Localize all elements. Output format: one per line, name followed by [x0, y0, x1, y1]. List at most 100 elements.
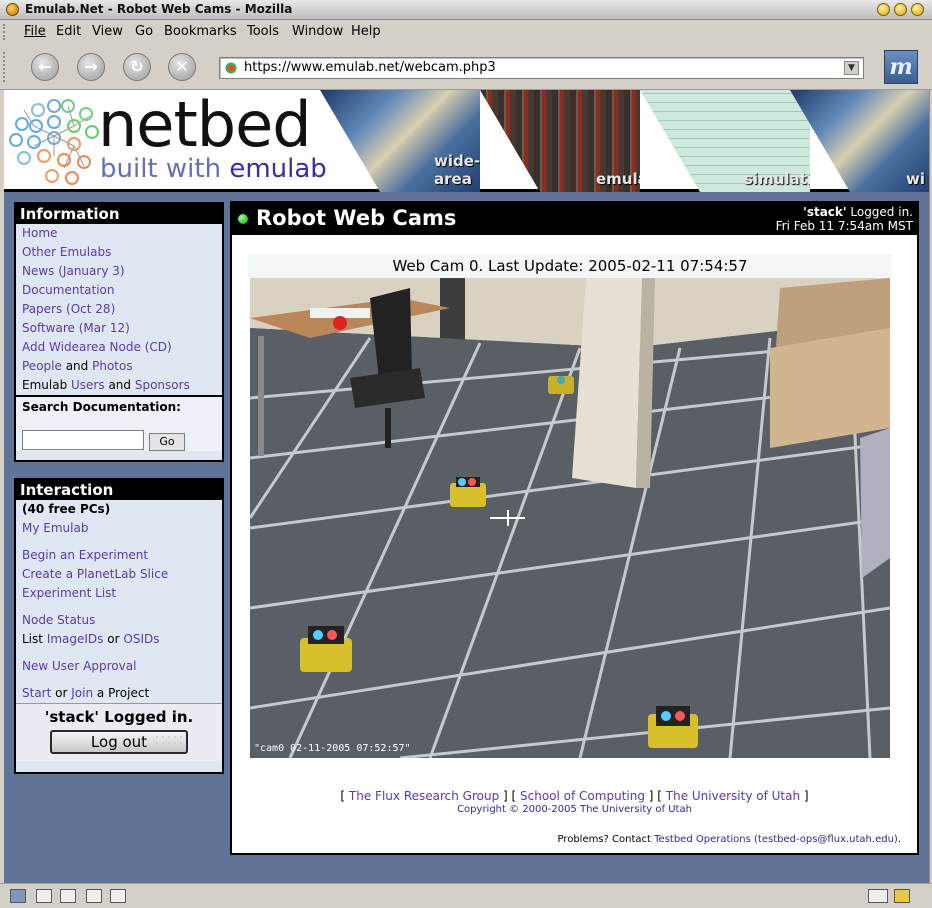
menu-edit[interactable]: Edit — [56, 24, 81, 39]
footer-link-university-of-utah[interactable]: The University of Utah — [666, 789, 800, 803]
mail-icon[interactable] — [36, 889, 52, 903]
menu-bar: File Edit View Go Bookmarks Tools Window… — [0, 20, 932, 44]
logout-decoration-icon — [154, 734, 182, 750]
composer-icon[interactable] — [86, 889, 102, 903]
sidebar-link-photos[interactable]: Photos — [92, 359, 132, 373]
problems-contact: Problems? Contact Testbed Operations (te… — [557, 834, 901, 845]
logged-in-area: 'stack' Logged in. Log out — [16, 703, 222, 761]
start-join-project-row: Start or Join a Project — [22, 686, 150, 700]
sidebar-link-papers[interactable]: Papers (Oct 28) — [16, 300, 222, 319]
menu-go[interactable]: Go — [135, 24, 153, 39]
minimize-button[interactable] — [877, 3, 890, 16]
stop-button[interactable]: ✕ — [168, 53, 196, 81]
sidebar-link-people[interactable]: People — [22, 359, 62, 373]
testbed-operations-link[interactable]: Testbed Operations (testbed-ops@flux.uta… — [654, 834, 898, 845]
menu-bookmarks[interactable]: Bookmarks — [164, 24, 237, 39]
chat-icon[interactable] — [60, 889, 76, 903]
navigation-toolbar: ← → ↻ ✕ https://www.emulab.net/webcam.ph… — [0, 44, 932, 90]
url-bar[interactable]: https://www.emulab.net/webcam.php3 ▼ — [219, 57, 864, 79]
sidebar-link-create-planetlab-slice[interactable]: Create a PlanetLab Slice — [16, 565, 222, 584]
built-with-emulab-text: built with emulab — [100, 154, 327, 184]
sidebar-link-my-emulab[interactable]: My Emulab — [16, 519, 222, 538]
interaction-box: Interaction (40 free PCs) My Emulab Begi… — [14, 478, 224, 774]
window-titlebar: Emulab.Net - Robot Web Cams - Mozilla — [0, 0, 932, 20]
logged-in-status: 'stack' Logged in. — [44, 708, 194, 726]
back-arrow-icon: ← — [38, 57, 52, 76]
maximize-button[interactable] — [894, 3, 907, 16]
sidebar-link-join-project[interactable]: Join — [71, 686, 93, 700]
sidebar-link-node-status[interactable]: Node Status — [16, 611, 222, 630]
free-pcs-count: (40 free PCs) — [22, 502, 111, 516]
interaction-heading: Interaction — [16, 480, 222, 500]
webcam-caption: Web Cam 0. Last Update: 2005-02-11 07:54… — [248, 254, 892, 278]
menu-window[interactable]: Window — [292, 24, 343, 39]
sidebar-link-osids[interactable]: OSIDs — [123, 632, 159, 646]
copyright-notice: Copyright © 2000-2005 The University of … — [457, 804, 692, 815]
forward-arrow-icon: → — [84, 57, 98, 76]
forward-button[interactable]: → — [77, 53, 105, 81]
sidebar-link-users[interactable]: Users — [71, 378, 105, 392]
netbed-logo-graphic-icon — [9, 99, 99, 185]
sidebar-link-documentation[interactable]: Documentation — [16, 281, 222, 300]
sidebar-link-news[interactable]: News (January 3) — [16, 262, 222, 281]
information-box: Information Home Other Emulabs News (Jan… — [14, 202, 224, 462]
sidebar-link-begin-experiment[interactable]: Begin an Experiment — [16, 546, 222, 565]
status-bar — [0, 883, 932, 908]
search-go-button[interactable]: Go — [149, 433, 185, 451]
online-status-icon[interactable] — [868, 889, 888, 903]
netbed-logo-text: netbed — [98, 90, 312, 161]
banner-stripe-emulation: emulation — [480, 90, 640, 192]
main-content: Robot Web Cams 'stack' Logged in. Fri Fe… — [230, 201, 919, 855]
main-header: Robot Web Cams 'stack' Logged in. Fri Fe… — [232, 203, 917, 235]
logged-in-username: 'stack' — [803, 205, 847, 219]
menu-tools[interactable]: Tools — [247, 24, 279, 39]
mozilla-throbber-icon[interactable]: m — [884, 50, 918, 84]
stop-x-icon: ✕ — [175, 57, 189, 76]
sidebar-link-home[interactable]: Home — [16, 224, 222, 243]
emulab-users-sponsors-row: Emulab Users and Sponsors — [22, 378, 190, 392]
login-status: 'stack' Logged in. Fri Feb 11 7:54am MST — [775, 205, 913, 233]
sidebar-link-add-widearea-node[interactable]: Add Widearea Node (CD) — [16, 338, 222, 357]
sidebar-link-imageids[interactable]: ImageIDs — [47, 632, 104, 646]
reload-icon: ↻ — [130, 57, 144, 76]
netbed-banner: netbed built with emulab wide-area emula… — [4, 90, 929, 192]
menu-help[interactable]: Help — [351, 24, 381, 39]
footer-link-school-of-computing[interactable]: School of Computing — [520, 789, 645, 803]
sidebar-link-start-project[interactable]: Start — [22, 686, 51, 700]
menu-file[interactable]: File — [24, 24, 46, 39]
webcam-timestamp: "cam0 02-11-2005 07:52:57" — [254, 743, 411, 754]
sidebar-link-experiment-list[interactable]: Experiment List — [16, 584, 222, 603]
page-title: Robot Web Cams — [256, 206, 457, 230]
mozilla-component-icon[interactable] — [10, 889, 26, 903]
close-window-button[interactable] — [911, 3, 924, 16]
webcam-image[interactable]: "cam0 02-11-2005 07:52:57" — [250, 278, 890, 758]
banner-stripe-simulation: simulation — [640, 90, 810, 192]
sidebar-link-sponsors[interactable]: Sponsors — [135, 378, 190, 392]
window-title: Emulab.Net - Robot Web Cams - Mozilla — [25, 2, 293, 16]
address-book-icon[interactable] — [110, 889, 126, 903]
url-text[interactable]: https://www.emulab.net/webcam.php3 — [244, 60, 496, 75]
footer-link-flux[interactable]: The Flux Research Group — [349, 789, 499, 803]
footer-links: [ The Flux Research Group ] [ School of … — [340, 789, 809, 803]
mozilla-icon — [6, 3, 19, 16]
reload-button[interactable]: ↻ — [123, 53, 151, 81]
logout-label: Log out — [90, 733, 148, 751]
search-documentation-input[interactable] — [22, 430, 144, 450]
information-heading: Information — [16, 204, 222, 224]
banner-stripe-wide-area: wide-area — [320, 90, 480, 192]
url-dropdown-icon[interactable]: ▼ — [844, 61, 859, 75]
site-favicon-icon — [224, 61, 238, 75]
menu-view[interactable]: View — [92, 24, 123, 39]
sidebar-link-other-emulabs[interactable]: Other Emulabs — [16, 243, 222, 262]
sidebar-link-new-user-approval[interactable]: New User Approval — [16, 657, 222, 676]
sidebar-link-software[interactable]: Software (Mar 12) — [16, 319, 222, 338]
logout-button[interactable]: Log out — [50, 730, 188, 754]
back-button[interactable]: ← — [31, 53, 59, 81]
secure-lock-icon[interactable] — [894, 889, 910, 903]
banner-stripe-wide-area-repeat: wi — [790, 90, 929, 192]
webcam-scene-graphic — [250, 278, 890, 758]
